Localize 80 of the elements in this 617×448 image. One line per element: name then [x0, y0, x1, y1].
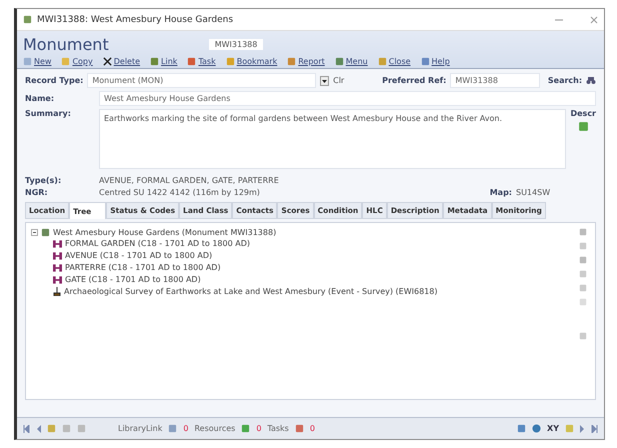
field-label: Summary:	[25, 109, 72, 118]
record-ref: MWI31388	[208, 39, 264, 50]
tasks-icon	[294, 424, 304, 433]
field-label: Preferred Ref:	[382, 76, 446, 85]
menu-icon	[334, 57, 344, 66]
field-label: Map:	[490, 188, 512, 197]
toolbar-button[interactable]: Close	[378, 57, 411, 66]
library-icon	[168, 424, 178, 433]
bookmark-icon	[226, 57, 235, 66]
last-record-icon[interactable]	[591, 424, 598, 432]
form-title: Monument	[23, 35, 109, 54]
tree-item[interactable]: GATE (C18 - 1701 AD to 1800 AD)	[65, 275, 201, 284]
counter-label: LibraryLink	[118, 424, 162, 433]
component-icon	[53, 276, 62, 284]
preferred-ref-field[interactable]: MWI31388	[450, 73, 540, 88]
field-label: Descr	[570, 109, 596, 118]
resources-icon	[241, 424, 250, 433]
link-icon	[150, 57, 160, 66]
next-record-icon[interactable]	[580, 424, 585, 432]
toolbar-button[interactable]: Menu	[334, 57, 368, 66]
list-icon	[77, 424, 86, 433]
first-record-icon[interactable]	[23, 424, 30, 432]
copy-icon	[61, 57, 70, 66]
counter-value: 0	[256, 424, 262, 433]
field-label: Record Type:	[25, 76, 84, 85]
report-icon	[287, 57, 296, 66]
tree-item[interactable]: Archaeological Survey of Earthworks at Lake and West Amesbury (Event - Survey) (EWI6818)	[64, 287, 438, 296]
close-icon[interactable]	[590, 16, 598, 24]
counter-label: Resources	[194, 424, 236, 433]
tree-item[interactable]: AVENUE (C18 - 1701 AD to 1800 AD)	[65, 251, 212, 260]
tree-item[interactable]: PARTERRE (C18 - 1701 AD to 1800 AD)	[65, 263, 221, 272]
tool-icon	[579, 332, 587, 340]
toolbar-button[interactable]: Report	[287, 57, 325, 66]
counter-label: Tasks	[267, 424, 289, 433]
record-type-field[interactable]: Monument (MON)	[87, 73, 316, 88]
map-value: SU14SW	[516, 188, 552, 197]
tree-item[interactable]: FORMAL GARDEN (C18 - 1701 AD to 1800 AD)	[65, 239, 250, 248]
monument-icon	[41, 228, 50, 237]
cross-icon	[102, 57, 112, 66]
app-icon	[23, 15, 32, 24]
page-icon	[62, 424, 71, 433]
ngr-value: Centred SU 1422 4142 (116m by 129m)	[99, 188, 260, 197]
description-icon	[578, 121, 589, 132]
summary-field[interactable]: Earthworks marking the site of formal gardens between West Amesbury House and the River Avon.	[99, 109, 566, 169]
field-label: Type(s):	[25, 176, 62, 185]
dropdown-icon[interactable]	[320, 76, 330, 86]
toolbar-button[interactable]: Task	[187, 57, 216, 66]
toolbar-button[interactable]: Bookmark	[226, 57, 278, 66]
counter-value: 0	[183, 424, 188, 433]
field-label: NGR:	[25, 188, 49, 197]
xy-button[interactable]: XY	[547, 424, 559, 433]
globe-icon[interactable]	[532, 424, 542, 433]
previous-record-icon[interactable]	[36, 424, 41, 432]
toolbar-button[interactable]: New	[23, 57, 52, 66]
toolbar-button[interactable]: Copy	[61, 57, 93, 66]
toolbar-button[interactable]: Delete	[102, 57, 140, 66]
new-record-icon	[47, 424, 56, 433]
door-icon	[378, 57, 387, 66]
window-title: MWI31388: West Amesbury House Gardens	[37, 14, 234, 24]
binoculars-icon[interactable]	[586, 76, 596, 85]
task-icon	[187, 57, 196, 66]
component-icon	[53, 264, 62, 272]
tree-item[interactable]: West Amesbury House Gardens (Monument MWI31388)	[53, 228, 276, 237]
shovel-icon	[53, 287, 61, 296]
component-icon	[53, 252, 62, 260]
minimize-icon[interactable]	[554, 16, 564, 22]
save-icon	[517, 424, 526, 433]
toolbar-button[interactable]: Link	[150, 57, 178, 66]
notes-icon	[565, 424, 574, 433]
field-label: Name:	[25, 94, 56, 103]
counter-value: 0	[310, 424, 315, 433]
component-icon	[53, 240, 62, 248]
help-icon	[420, 57, 430, 66]
clear-link[interactable]: Clr	[333, 76, 344, 85]
toolbar-button[interactable]: Help	[420, 57, 450, 66]
collapse-icon[interactable]	[31, 229, 38, 236]
field-label: Search:	[548, 76, 582, 85]
page-icon	[23, 57, 32, 66]
name-field[interactable]: West Amesbury House Gardens	[99, 91, 596, 106]
types-value: AVENUE, FORMAL GARDEN, GATE, PARTERRE	[99, 176, 279, 185]
